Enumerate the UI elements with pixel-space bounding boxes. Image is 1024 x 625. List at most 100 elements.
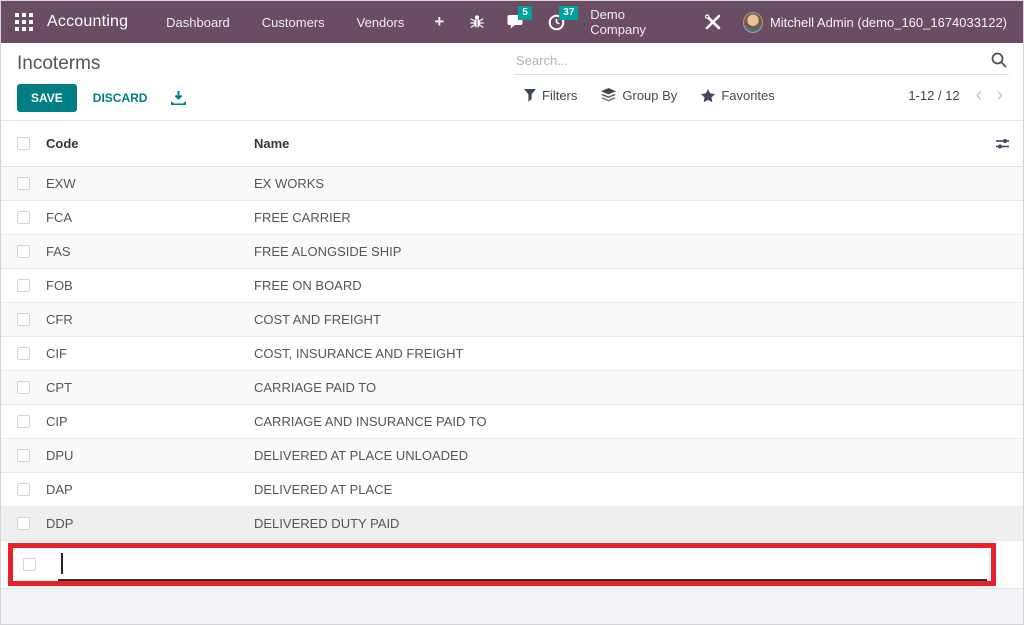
control-panel-left: Incoterms SAVE DISCARD	[1, 43, 512, 120]
row-checkbox-cell	[1, 483, 46, 496]
edit-buttons: SAVE DISCARD	[17, 84, 496, 112]
row-checkbox[interactable]	[17, 449, 30, 462]
row-checkbox[interactable]	[17, 313, 30, 326]
activities-button[interactable]: 37	[537, 1, 579, 43]
row-name-cell[interactable]: CARRIAGE AND INSURANCE PAID TO	[254, 414, 1023, 429]
row-checkbox[interactable]	[17, 517, 30, 530]
table-row[interactable]: FOB FREE ON BOARD	[1, 269, 1023, 303]
search-input[interactable]	[516, 52, 991, 68]
column-header-code[interactable]: Code	[46, 136, 254, 151]
row-code-cell[interactable]: FAS	[46, 244, 254, 259]
apps-menu-icon[interactable]	[1, 1, 47, 43]
row-checkbox-cell	[1, 313, 46, 326]
table-row[interactable]: DAP DELIVERED AT PLACE	[1, 473, 1023, 507]
row-code-cell[interactable]: EXW	[46, 176, 254, 191]
row-checkbox[interactable]	[17, 381, 30, 394]
navbar-left: Accounting Dashboard Customers Vendors +	[1, 1, 458, 43]
pager-previous-button[interactable]: ‹	[970, 85, 989, 105]
search-icon[interactable]	[991, 52, 1007, 68]
row-code-cell[interactable]: FCA	[46, 210, 254, 225]
header-checkbox-cell	[1, 137, 46, 150]
row-checkbox-cell	[1, 177, 46, 190]
row-name-cell[interactable]: COST AND FREIGHT	[254, 312, 1023, 327]
row-name-cell[interactable]: COST, INSURANCE AND FREIGHT	[254, 346, 1023, 361]
table-row[interactable]: CPT CARRIAGE PAID TO	[1, 371, 1023, 405]
table-row[interactable]: CIF COST, INSURANCE AND FREIGHT	[1, 337, 1023, 371]
nav-item-plus[interactable]: +	[420, 12, 458, 32]
row-code-cell[interactable]: CFR	[46, 312, 254, 327]
row-checkbox[interactable]	[17, 279, 30, 292]
row-checkbox[interactable]	[17, 347, 30, 360]
new-row-checkbox[interactable]	[23, 558, 36, 571]
row-code-cell[interactable]: DPU	[46, 448, 254, 463]
row-checkbox-cell	[1, 245, 46, 258]
row-code-cell[interactable]: CPT	[46, 380, 254, 395]
row-checkbox[interactable]	[17, 415, 30, 428]
navbar-right: 5 37 Demo Company Mitchell Admin (demo_1…	[458, 1, 1023, 43]
table-body: EXW EX WORKS FCA FREE CARRIER FAS FREE A…	[1, 167, 1023, 541]
group-by-button[interactable]: Group By	[589, 88, 689, 103]
sliders-icon	[995, 139, 1009, 149]
table-row[interactable]: FAS FREE ALONGSIDE SHIP	[1, 235, 1023, 269]
row-checkbox[interactable]	[17, 177, 30, 190]
new-row-code-input[interactable]	[58, 548, 987, 581]
star-icon	[701, 88, 716, 102]
filters-label: Filters	[542, 87, 578, 103]
row-code-cell[interactable]: CIP	[46, 414, 254, 429]
filter-funnel-icon	[524, 88, 536, 102]
row-checkbox[interactable]	[17, 245, 30, 258]
text-cursor	[61, 553, 63, 574]
grid-icon	[15, 13, 33, 31]
table-row[interactable]: EXW EX WORKS	[1, 167, 1023, 201]
save-button[interactable]: SAVE	[17, 84, 77, 112]
pager-next-button[interactable]: ›	[990, 85, 1009, 105]
optional-columns-button[interactable]	[981, 137, 1023, 150]
nav-item-vendors[interactable]: Vendors	[341, 15, 421, 30]
row-code-cell[interactable]: DAP	[46, 482, 254, 497]
table-row[interactable]: CIP CARRIAGE AND INSURANCE PAID TO	[1, 405, 1023, 439]
discard-button[interactable]: DISCARD	[81, 85, 160, 111]
select-all-checkbox[interactable]	[17, 137, 30, 150]
row-checkbox-cell	[1, 347, 46, 360]
row-code-cell[interactable]: DDP	[46, 516, 254, 531]
layers-icon	[601, 88, 617, 102]
favorites-button[interactable]: Favorites	[689, 88, 786, 103]
user-avatar[interactable]	[743, 11, 763, 33]
table-row[interactable]: DDP DELIVERED DUTY PAID	[1, 507, 1023, 541]
debug-menu-button[interactable]	[458, 1, 496, 43]
row-checkbox[interactable]	[17, 483, 30, 496]
nav-item-customers[interactable]: Customers	[246, 15, 341, 30]
nav-item-dashboard[interactable]: Dashboard	[150, 15, 246, 30]
company-switcher[interactable]: Demo Company	[576, 7, 693, 37]
row-name-cell[interactable]: DELIVERED AT PLACE UNLOADED	[254, 448, 1023, 463]
row-checkbox-cell	[1, 381, 46, 394]
new-record-row-container	[1, 541, 1023, 588]
row-code-cell[interactable]: CIF	[46, 346, 254, 361]
export-button[interactable]	[163, 87, 194, 110]
row-name-cell[interactable]: DELIVERED AT PLACE	[254, 482, 1023, 497]
column-header-name[interactable]: Name	[254, 136, 981, 151]
table-row[interactable]: FCA FREE CARRIER	[1, 201, 1023, 235]
developer-tools-button[interactable]	[693, 1, 733, 43]
row-name-cell[interactable]: DELIVERED DUTY PAID	[254, 516, 1023, 531]
row-checkbox[interactable]	[17, 211, 30, 224]
table-row[interactable]: CFR COST AND FREIGHT	[1, 303, 1023, 337]
bottom-background	[1, 588, 1023, 624]
top-navbar: Accounting Dashboard Customers Vendors +	[1, 1, 1023, 43]
row-checkbox-cell	[1, 415, 46, 428]
row-name-cell[interactable]: EX WORKS	[254, 176, 1023, 191]
app-title[interactable]: Accounting	[47, 13, 150, 31]
row-name-cell[interactable]: FREE ON BOARD	[254, 278, 1023, 293]
row-name-cell[interactable]: CARRIAGE PAID TO	[254, 380, 1023, 395]
filters-button[interactable]: Filters	[514, 88, 589, 103]
new-row-checkbox-cell	[13, 558, 58, 571]
tools-icon	[705, 14, 721, 30]
messages-button[interactable]: 5	[496, 1, 537, 43]
table-row[interactable]: DPU DELIVERED AT PLACE UNLOADED	[1, 439, 1023, 473]
activities-count-badge: 37	[559, 6, 579, 20]
row-name-cell[interactable]: FREE CARRIER	[254, 210, 1023, 225]
table-header: Code Name	[1, 121, 1023, 167]
user-menu[interactable]: Mitchell Admin (demo_160_1674033122)	[770, 15, 1013, 30]
row-code-cell[interactable]: FOB	[46, 278, 254, 293]
row-name-cell[interactable]: FREE ALONGSIDE SHIP	[254, 244, 1023, 259]
